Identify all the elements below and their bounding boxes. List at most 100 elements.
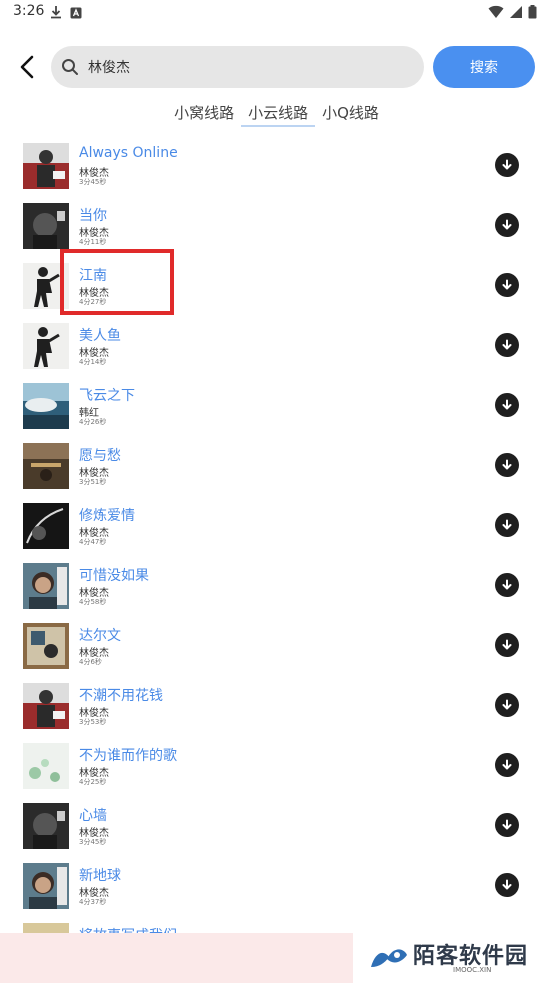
album-cover [23, 623, 69, 669]
download-arrow-icon [502, 699, 512, 710]
song-duration: 4分58秒 [79, 598, 107, 606]
album-cover [23, 803, 69, 849]
status-bar: 3:26 [0, 0, 553, 26]
song-duration: 3分53秒 [79, 718, 107, 726]
album-cover [23, 743, 69, 789]
download-arrow-icon [502, 759, 512, 770]
download-arrow-icon [502, 819, 512, 830]
song-duration: 4分26秒 [79, 418, 107, 426]
source-tabs: 小窝线路 小云线路 小Q线路 [0, 103, 553, 129]
song-title: 达尔文 [79, 628, 121, 644]
battery-icon [528, 4, 537, 23]
download-button[interactable] [495, 873, 519, 897]
status-time: 3:26 [13, 3, 45, 19]
search-icon [61, 58, 79, 80]
back-button[interactable] [14, 52, 40, 82]
search-header: 搜索 [0, 44, 553, 90]
wifi-icon [488, 4, 504, 23]
list-item[interactable]: Always Online 林俊杰 3分45秒 [0, 135, 553, 195]
album-cover [23, 863, 69, 909]
search-box[interactable] [51, 46, 424, 88]
list-item[interactable]: 将故事写成我们 [0, 915, 553, 935]
song-duration: 4分11秒 [79, 238, 107, 246]
notification-a-icon [70, 4, 82, 23]
download-arrow-icon [502, 399, 512, 410]
song-title: 可惜没如果 [79, 568, 149, 584]
list-item[interactable]: 新地球 林俊杰 4分37秒 [0, 855, 553, 915]
watermark-band [0, 933, 353, 983]
song-title: Always Online [79, 145, 178, 161]
download-button[interactable] [495, 573, 519, 597]
album-cover [23, 323, 69, 369]
song-title: 新地球 [79, 868, 121, 884]
list-item[interactable]: 达尔文 林俊杰 4分6秒 [0, 615, 553, 675]
download-button[interactable] [495, 333, 519, 357]
song-title: 心墙 [79, 808, 107, 824]
download-arrow-icon [502, 159, 512, 170]
album-cover [23, 443, 69, 489]
song-title: 不为谁而作的歌 [79, 748, 177, 764]
download-arrow-icon [502, 219, 512, 230]
tab-xiaoyun[interactable]: 小云线路 [241, 103, 316, 127]
list-item[interactable]: 愿与愁 林俊杰 3分51秒 [0, 435, 553, 495]
tab-xiaowo[interactable]: 小窝线路 [167, 103, 241, 127]
watermark-sub: IMOOC.XIN [453, 966, 492, 974]
song-duration: 4分37秒 [79, 898, 107, 906]
song-duration: 3分45秒 [79, 838, 107, 846]
download-button[interactable] [495, 453, 519, 477]
download-button[interactable] [495, 273, 519, 297]
list-item[interactable]: 心墙 林俊杰 3分45秒 [0, 795, 553, 855]
search-button[interactable]: 搜索 [433, 46, 535, 88]
watermark: 陌客软件园 IMOOC.XIN [353, 933, 553, 983]
download-status-icon [50, 4, 62, 23]
song-title: 当你 [79, 208, 107, 224]
watermark-logo-icon [369, 945, 409, 975]
download-arrow-icon [502, 279, 512, 290]
status-right [488, 4, 537, 23]
chevron-left-icon [20, 55, 34, 79]
download-button[interactable] [495, 153, 519, 177]
download-button[interactable] [495, 813, 519, 837]
song-duration: 3分45秒 [79, 178, 107, 186]
download-arrow-icon [502, 579, 512, 590]
song-title: 飞云之下 [79, 388, 135, 404]
album-cover [23, 503, 69, 549]
list-item[interactable]: 当你 林俊杰 4分11秒 [0, 195, 553, 255]
album-cover [23, 203, 69, 249]
download-arrow-icon [502, 339, 512, 350]
album-cover [23, 563, 69, 609]
download-button[interactable] [495, 513, 519, 537]
download-arrow-icon [502, 879, 512, 890]
signal-icon [509, 4, 523, 23]
song-duration: 4分6秒 [79, 658, 102, 666]
list-item[interactable]: 飞云之下 韩红 4分26秒 [0, 375, 553, 435]
song-title: 愿与愁 [79, 448, 121, 464]
tab-xiaoq[interactable]: 小Q线路 [315, 103, 386, 127]
song-title: 美人鱼 [79, 328, 121, 344]
search-input[interactable] [88, 46, 408, 88]
list-item[interactable]: 可惜没如果 林俊杰 4分58秒 [0, 555, 553, 615]
song-duration: 4分47秒 [79, 538, 107, 546]
song-duration: 4分14秒 [79, 358, 107, 366]
album-cover [23, 143, 69, 189]
album-cover [23, 383, 69, 429]
download-arrow-icon [502, 459, 512, 470]
watermark-footer: 陌客软件园 IMOOC.XIN [0, 933, 553, 983]
download-arrow-icon [502, 639, 512, 650]
download-button[interactable] [495, 633, 519, 657]
download-button[interactable] [495, 393, 519, 417]
list-item[interactable]: 修炼爱情 林俊杰 4分47秒 [0, 495, 553, 555]
list-item[interactable]: 不潮不用花钱 林俊杰 3分53秒 [0, 675, 553, 735]
song-duration: 3分51秒 [79, 478, 107, 486]
song-duration: 4分25秒 [79, 778, 107, 786]
download-button[interactable] [495, 213, 519, 237]
download-arrow-icon [502, 519, 512, 530]
highlight-box [60, 249, 174, 315]
download-button[interactable] [495, 753, 519, 777]
album-cover [23, 683, 69, 729]
song-title: 修炼爱情 [79, 508, 135, 524]
list-item[interactable]: 美人鱼 林俊杰 4分14秒 [0, 315, 553, 375]
download-button[interactable] [495, 693, 519, 717]
list-item[interactable]: 不为谁而作的歌 林俊杰 4分25秒 [0, 735, 553, 795]
song-title: 不潮不用花钱 [79, 688, 163, 704]
